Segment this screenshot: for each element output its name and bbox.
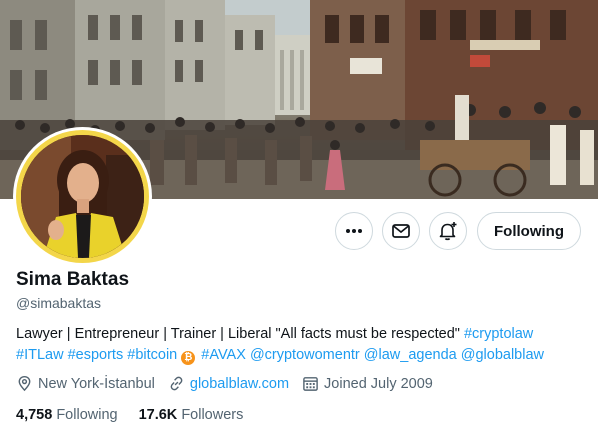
website-link[interactable]: globalblaw.com bbox=[190, 376, 289, 392]
bitcoin-icon: ₿ bbox=[181, 351, 196, 365]
location-pin-icon bbox=[18, 375, 31, 392]
hashtag-bitcoin[interactable]: #bitcoin bbox=[127, 347, 177, 363]
more-button[interactable] bbox=[335, 212, 374, 250]
followers-stat[interactable]: 17.6K Followers bbox=[139, 407, 244, 423]
following-label: Following bbox=[56, 407, 118, 423]
user-handle: @simabaktas bbox=[16, 295, 102, 311]
hashtag-esports[interactable]: #esports bbox=[68, 347, 124, 363]
bell-plus-icon bbox=[439, 222, 457, 241]
more-horizontal-icon bbox=[346, 229, 363, 233]
display-name: Sima Baktas bbox=[16, 269, 130, 290]
following-stat[interactable]: 4,758 Following bbox=[16, 407, 118, 423]
hashtag-cryptolaw[interactable]: #cryptolaw bbox=[464, 326, 533, 342]
envelope-icon bbox=[392, 224, 410, 238]
mention-law-agenda[interactable]: @law_agenda bbox=[364, 347, 457, 363]
profile-meta: New York-İstanbul globalblaw.com Joined … bbox=[16, 375, 446, 392]
mention-globalblaw[interactable]: @globalblaw bbox=[461, 347, 544, 363]
followers-count: 17.6K bbox=[138, 407, 178, 423]
bio-text: Lawyer | Entrepreneur | Trainer | Libera… bbox=[16, 326, 460, 342]
followers-label: Followers bbox=[181, 407, 244, 423]
joined-text: Joined July 2009 bbox=[324, 375, 433, 392]
mention-cryptowomentr[interactable]: @cryptowomentr bbox=[250, 347, 360, 363]
profile-actions: Following bbox=[335, 212, 581, 250]
profile-stats: 4,758 Following 17.6K Followers bbox=[16, 407, 264, 423]
hashtag-itlaw[interactable]: #ITLaw bbox=[16, 347, 64, 363]
location-item: New York-İstanbul bbox=[16, 375, 155, 392]
hashtag-avax[interactable]: #AVAX bbox=[201, 347, 246, 363]
link-icon bbox=[170, 376, 183, 391]
avatar-border bbox=[16, 130, 149, 263]
location-text: New York-İstanbul bbox=[38, 375, 155, 392]
avatar-ring[interactable] bbox=[13, 127, 152, 266]
website-item: globalblaw.com bbox=[168, 375, 289, 392]
calendar-icon bbox=[303, 377, 318, 391]
joined-item: Joined July 2009 bbox=[302, 375, 433, 392]
profile-bio: Lawyer | Entrepreneur | Trainer | Libera… bbox=[16, 324, 586, 366]
message-button[interactable] bbox=[382, 212, 421, 250]
avatar bbox=[21, 135, 144, 258]
notifications-button[interactable] bbox=[429, 212, 468, 250]
following-button[interactable]: Following bbox=[477, 212, 581, 250]
following-count: 4,758 bbox=[16, 407, 53, 423]
